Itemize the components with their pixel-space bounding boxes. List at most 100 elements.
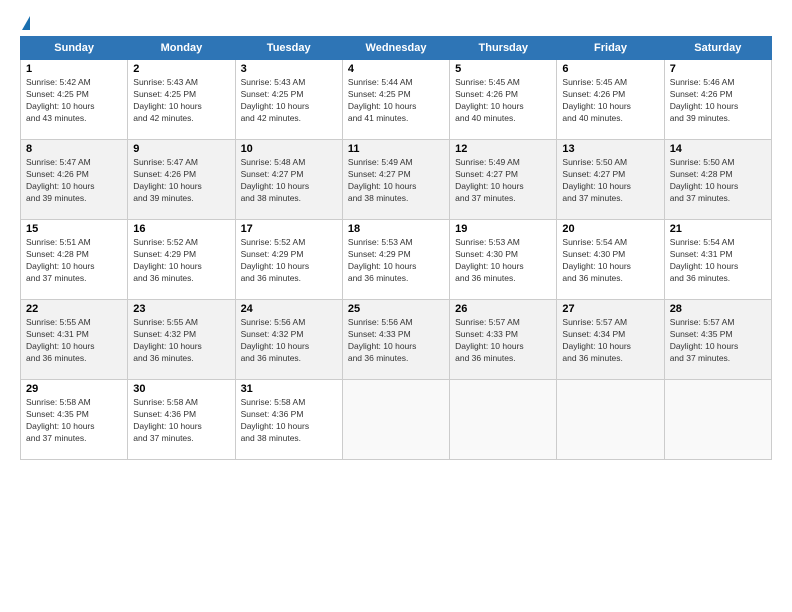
calendar-cell xyxy=(557,380,664,460)
day-number: 5 xyxy=(455,63,551,75)
calendar-cell xyxy=(342,380,449,460)
day-number: 6 xyxy=(562,63,658,75)
calendar-cell: 22Sunrise: 5:55 AM Sunset: 4:31 PM Dayli… xyxy=(21,300,128,380)
day-info: Sunrise: 5:42 AM Sunset: 4:25 PM Dayligh… xyxy=(26,77,122,125)
calendar-cell: 24 Sunrise: 5:56 AM Sunset: 4:32 PM Dayli… xyxy=(235,300,342,380)
calendar-cell: 6 Sunrise: 5:45 AM Sunset: 4:26 PM Daylig… xyxy=(557,60,664,140)
col-header-monday: Monday xyxy=(128,37,235,60)
day-number: 25 xyxy=(348,303,444,315)
calendar-cell: 29 Sunrise: 5:58 AM Sunset: 4:35 PM Dayli… xyxy=(21,380,128,460)
logo xyxy=(20,16,30,26)
day-number: 10 xyxy=(241,143,337,155)
day-info: Sunrise: 5:57 AM Sunset: 4:34 PM Dayligh… xyxy=(562,317,658,365)
calendar-cell: 28 Sunrise: 5:57 AM Sunset: 4:35 PM Dayli… xyxy=(664,300,771,380)
calendar-row-5: 29 Sunrise: 5:58 AM Sunset: 4:35 PM Dayli… xyxy=(21,380,772,460)
calendar-cell: 9 Sunrise: 5:47 AM Sunset: 4:26 PM Daylig… xyxy=(128,140,235,220)
day-info: Sunrise: 5:47 AM Sunset: 4:26 PM Dayligh… xyxy=(133,157,229,205)
day-number: 23 xyxy=(133,303,229,315)
day-info: Sunrise: 5:43 AM Sunset: 4:25 PM Dayligh… xyxy=(133,77,229,125)
day-info: Sunrise: 5:53 AM Sunset: 4:30 PM Dayligh… xyxy=(455,237,551,285)
day-info: Sunrise: 5:54 AM Sunset: 4:30 PM Dayligh… xyxy=(562,237,658,285)
calendar-cell: 4 Sunrise: 5:44 AM Sunset: 4:25 PM Daylig… xyxy=(342,60,449,140)
day-number: 11 xyxy=(348,143,444,155)
day-number: 19 xyxy=(455,223,551,235)
calendar-cell: 26 Sunrise: 5:57 AM Sunset: 4:33 PM Dayli… xyxy=(450,300,557,380)
day-info: Sunrise: 5:57 AM Sunset: 4:33 PM Dayligh… xyxy=(455,317,551,365)
calendar-cell: 19 Sunrise: 5:53 AM Sunset: 4:30 PM Dayli… xyxy=(450,220,557,300)
calendar-cell xyxy=(664,380,771,460)
day-info: Sunrise: 5:55 AM Sunset: 4:32 PM Dayligh… xyxy=(133,317,229,365)
day-number: 28 xyxy=(670,303,766,315)
day-info: Sunrise: 5:52 AM Sunset: 4:29 PM Dayligh… xyxy=(133,237,229,285)
calendar-table: SundayMondayTuesdayWednesdayThursdayFrid… xyxy=(20,36,772,460)
day-info: Sunrise: 5:52 AM Sunset: 4:29 PM Dayligh… xyxy=(241,237,337,285)
calendar-row-4: 22Sunrise: 5:55 AM Sunset: 4:31 PM Dayli… xyxy=(21,300,772,380)
day-number: 2 xyxy=(133,63,229,75)
day-number: 13 xyxy=(562,143,658,155)
calendar-cell: 30 Sunrise: 5:58 AM Sunset: 4:36 PM Dayli… xyxy=(128,380,235,460)
day-info: Sunrise: 5:43 AM Sunset: 4:25 PM Dayligh… xyxy=(241,77,337,125)
calendar-cell xyxy=(450,380,557,460)
day-info: Sunrise: 5:56 AM Sunset: 4:33 PM Dayligh… xyxy=(348,317,444,365)
col-header-tuesday: Tuesday xyxy=(235,37,342,60)
calendar-cell: 10Sunrise: 5:48 AM Sunset: 4:27 PM Dayli… xyxy=(235,140,342,220)
day-number: 27 xyxy=(562,303,658,315)
day-number: 9 xyxy=(133,143,229,155)
calendar-cell: 13Sunrise: 5:50 AM Sunset: 4:27 PM Dayli… xyxy=(557,140,664,220)
calendar-cell: 15 Sunrise: 5:51 AM Sunset: 4:28 PM Dayli… xyxy=(21,220,128,300)
calendar-cell: 20 Sunrise: 5:54 AM Sunset: 4:30 PM Dayli… xyxy=(557,220,664,300)
day-number: 20 xyxy=(562,223,658,235)
day-info: Sunrise: 5:58 AM Sunset: 4:35 PM Dayligh… xyxy=(26,397,122,445)
calendar-cell: 14 Sunrise: 5:50 AM Sunset: 4:28 PM Dayli… xyxy=(664,140,771,220)
calendar-cell: 17 Sunrise: 5:52 AM Sunset: 4:29 PM Dayli… xyxy=(235,220,342,300)
day-number: 15 xyxy=(26,223,122,235)
day-info: Sunrise: 5:58 AM Sunset: 4:36 PM Dayligh… xyxy=(241,397,337,445)
day-number: 8 xyxy=(26,143,122,155)
calendar-cell: 25 Sunrise: 5:56 AM Sunset: 4:33 PM Dayli… xyxy=(342,300,449,380)
day-number: 29 xyxy=(26,383,122,395)
calendar-cell: 11Sunrise: 5:49 AM Sunset: 4:27 PM Dayli… xyxy=(342,140,449,220)
calendar-cell: 2 Sunrise: 5:43 AM Sunset: 4:25 PM Daylig… xyxy=(128,60,235,140)
day-number: 31 xyxy=(241,383,337,395)
day-number: 30 xyxy=(133,383,229,395)
day-info: Sunrise: 5:57 AM Sunset: 4:35 PM Dayligh… xyxy=(670,317,766,365)
day-number: 16 xyxy=(133,223,229,235)
calendar-cell: 27 Sunrise: 5:57 AM Sunset: 4:34 PM Dayli… xyxy=(557,300,664,380)
calendar-cell: 7 Sunrise: 5:46 AM Sunset: 4:26 PM Daylig… xyxy=(664,60,771,140)
header xyxy=(20,16,772,26)
calendar-row-1: 1 Sunrise: 5:42 AM Sunset: 4:25 PM Daylig… xyxy=(21,60,772,140)
day-number: 1 xyxy=(26,63,122,75)
day-info: Sunrise: 5:49 AM Sunset: 4:27 PM Dayligh… xyxy=(455,157,551,205)
day-info: Sunrise: 5:45 AM Sunset: 4:26 PM Dayligh… xyxy=(562,77,658,125)
calendar-cell: 12 Sunrise: 5:49 AM Sunset: 4:27 PM Dayli… xyxy=(450,140,557,220)
day-number: 12 xyxy=(455,143,551,155)
day-number: 22 xyxy=(26,303,122,315)
day-number: 4 xyxy=(348,63,444,75)
day-number: 17 xyxy=(241,223,337,235)
day-number: 14 xyxy=(670,143,766,155)
day-number: 3 xyxy=(241,63,337,75)
calendar-row-3: 15 Sunrise: 5:51 AM Sunset: 4:28 PM Dayli… xyxy=(21,220,772,300)
day-number: 24 xyxy=(241,303,337,315)
calendar-cell: 16 Sunrise: 5:52 AM Sunset: 4:29 PM Dayli… xyxy=(128,220,235,300)
day-info: Sunrise: 5:56 AM Sunset: 4:32 PM Dayligh… xyxy=(241,317,337,365)
day-info: Sunrise: 5:51 AM Sunset: 4:28 PM Dayligh… xyxy=(26,237,122,285)
calendar-cell: 21 Sunrise: 5:54 AM Sunset: 4:31 PM Dayli… xyxy=(664,220,771,300)
day-number: 18 xyxy=(348,223,444,235)
col-header-thursday: Thursday xyxy=(450,37,557,60)
day-number: 26 xyxy=(455,303,551,315)
col-header-friday: Friday xyxy=(557,37,664,60)
day-info: Sunrise: 5:47 AM Sunset: 4:26 PM Dayligh… xyxy=(26,157,122,205)
col-header-wednesday: Wednesday xyxy=(342,37,449,60)
calendar-cell: 18Sunrise: 5:53 AM Sunset: 4:29 PM Dayli… xyxy=(342,220,449,300)
day-number: 21 xyxy=(670,223,766,235)
calendar-row-2: 8 Sunrise: 5:47 AM Sunset: 4:26 PM Daylig… xyxy=(21,140,772,220)
day-info: Sunrise: 5:44 AM Sunset: 4:25 PM Dayligh… xyxy=(348,77,444,125)
day-info: Sunrise: 5:50 AM Sunset: 4:28 PM Dayligh… xyxy=(670,157,766,205)
day-info: Sunrise: 5:58 AM Sunset: 4:36 PM Dayligh… xyxy=(133,397,229,445)
day-info: Sunrise: 5:54 AM Sunset: 4:31 PM Dayligh… xyxy=(670,237,766,285)
calendar-cell: 8 Sunrise: 5:47 AM Sunset: 4:26 PM Daylig… xyxy=(21,140,128,220)
day-number: 7 xyxy=(670,63,766,75)
day-info: Sunrise: 5:46 AM Sunset: 4:26 PM Dayligh… xyxy=(670,77,766,125)
day-info: Sunrise: 5:45 AM Sunset: 4:26 PM Dayligh… xyxy=(455,77,551,125)
